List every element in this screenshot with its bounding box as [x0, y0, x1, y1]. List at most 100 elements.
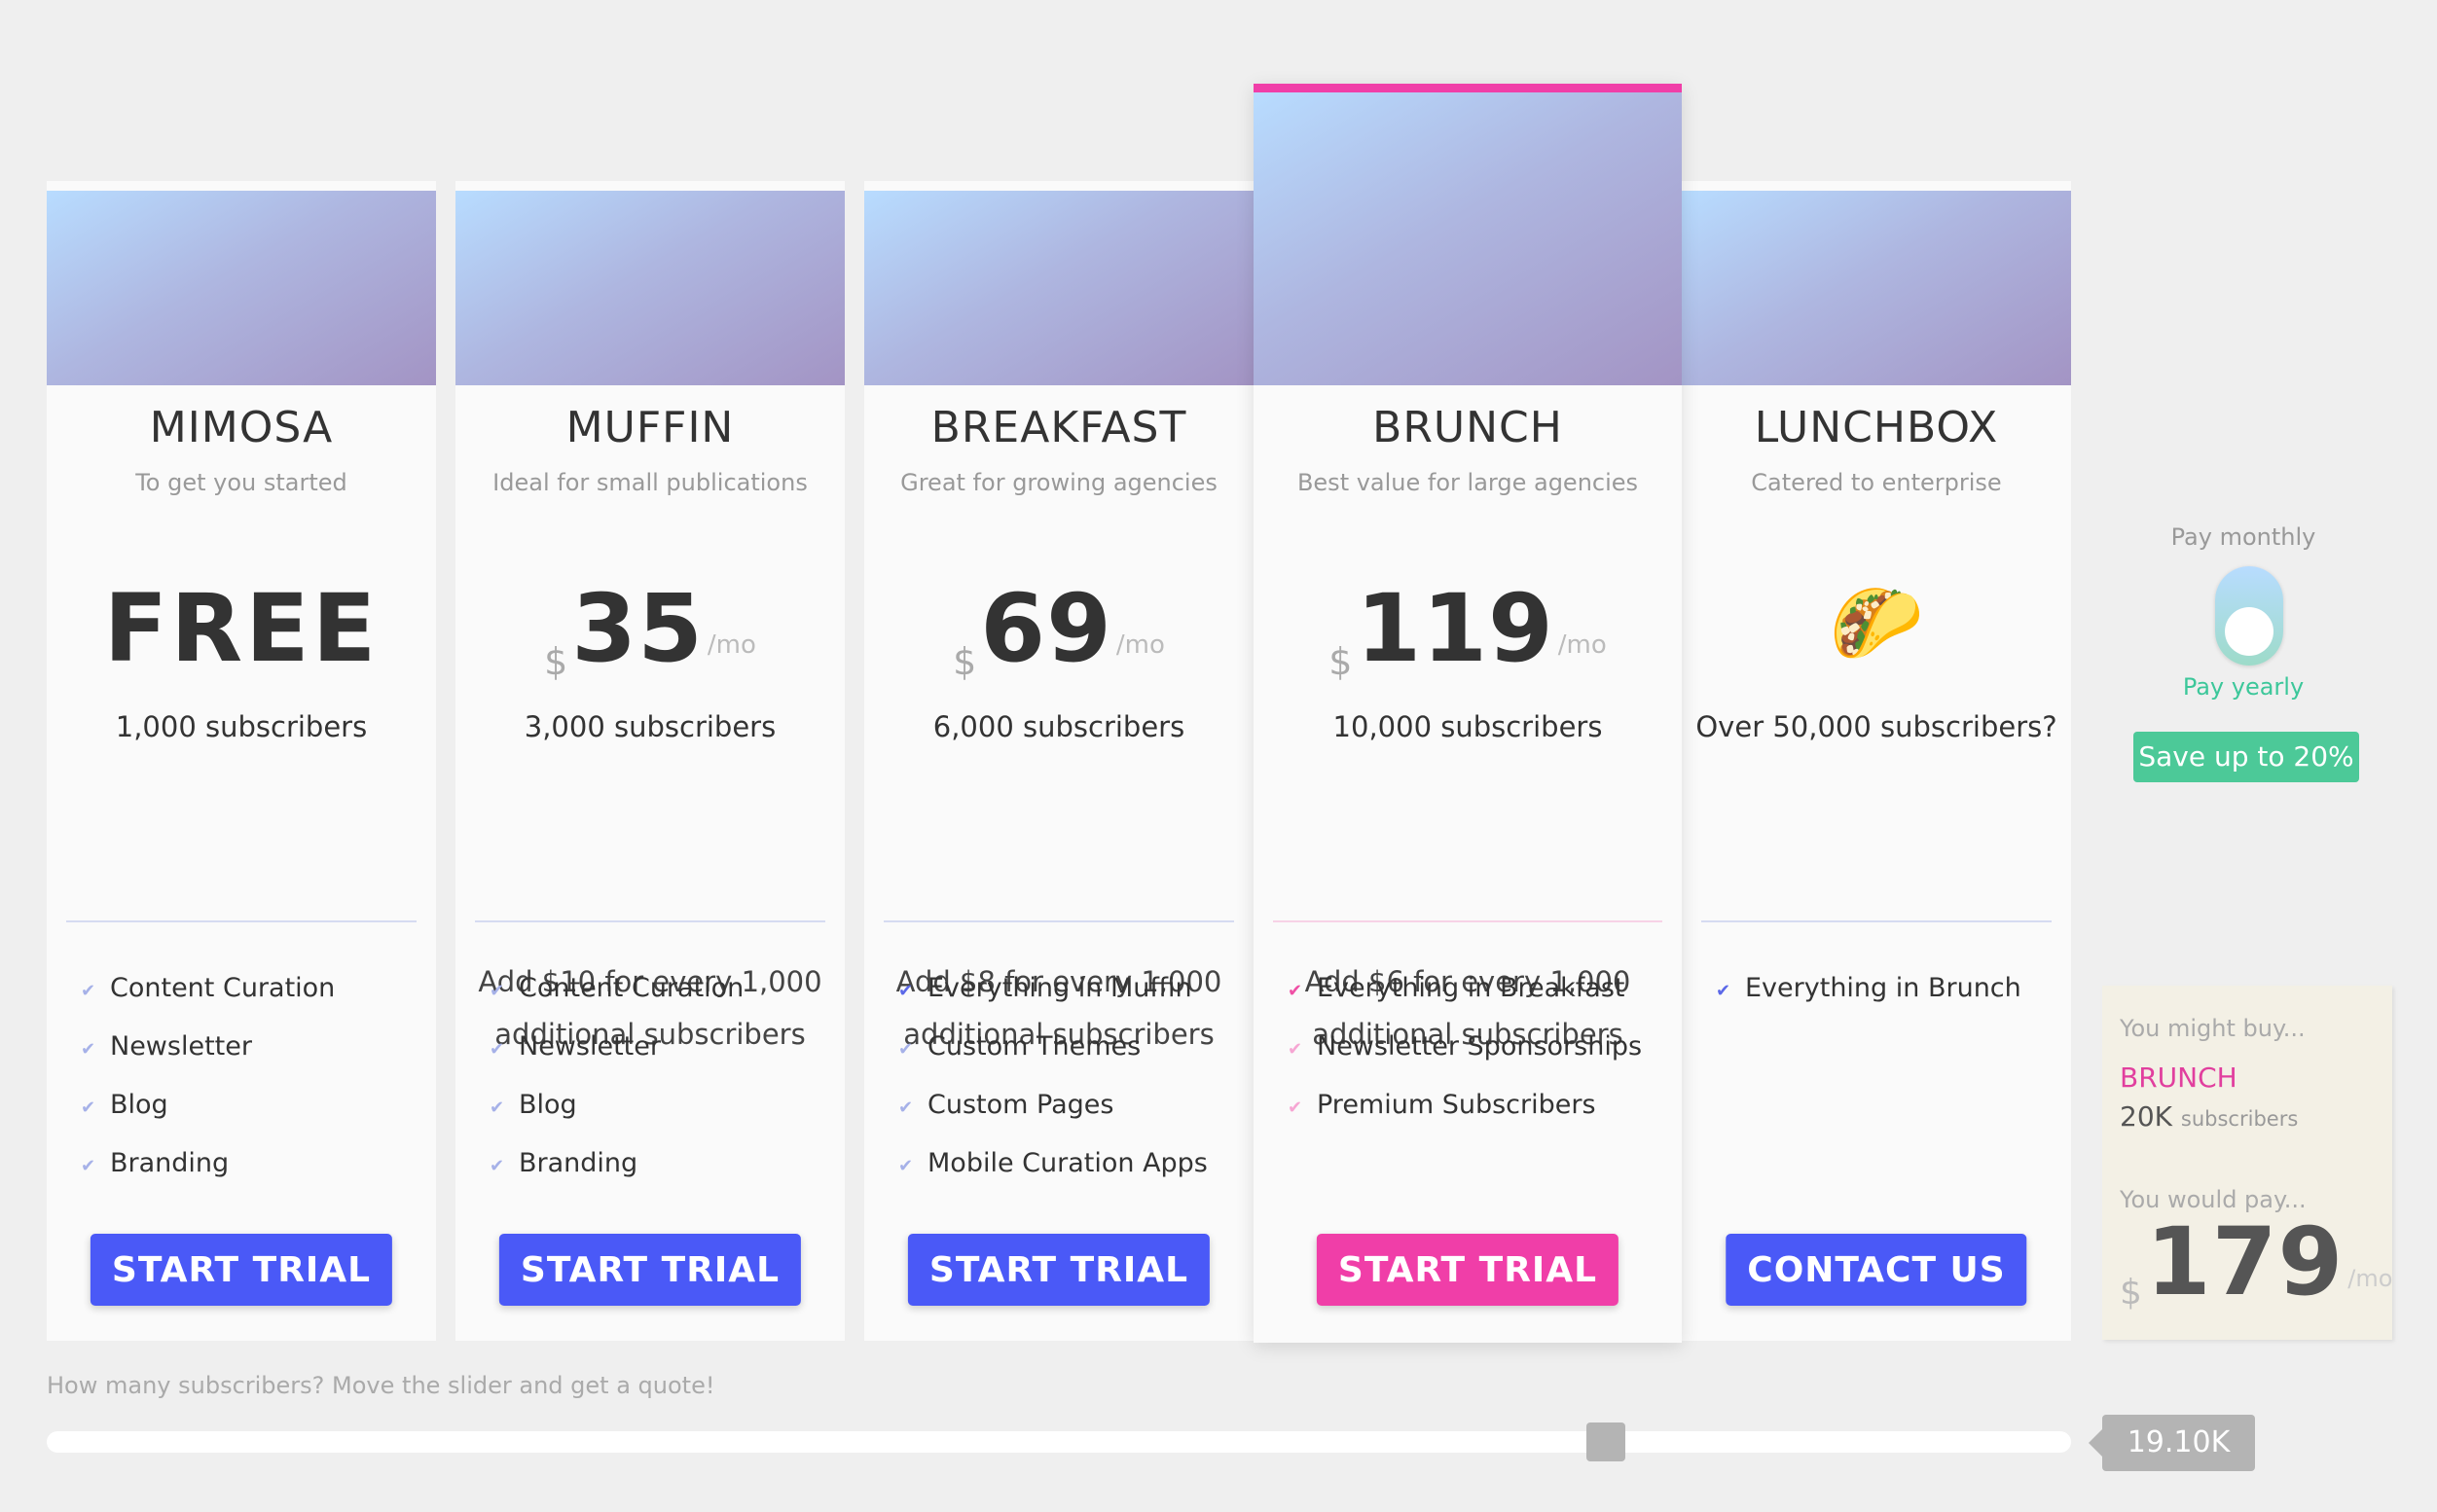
plan-price-amount: 69 — [980, 574, 1112, 683]
plan-features: ✔ Content Curation ✔ Newsletter ✔ Blog ✔ Bra… — [81, 959, 426, 1193]
plan-name: MUFFIN — [565, 403, 735, 452]
plan-subscribers: 1,000 subscribers — [115, 710, 368, 743]
slider-value-tooltip: 19.10K — [2089, 1415, 2255, 1471]
plan-subscribers: 10,000 subscribers — [1332, 710, 1603, 743]
plan-subscribers: 6,000 subscribers — [932, 710, 1185, 743]
might-buy-label: You might buy... — [2120, 1015, 2306, 1042]
plan-price-currency: $ — [1328, 640, 1353, 683]
billing-toggle-switch[interactable] — [2215, 566, 2283, 666]
check-icon: ✔ — [490, 981, 505, 1001]
plan-price-period: /mo — [707, 630, 756, 660]
check-icon: ✔ — [490, 1039, 505, 1060]
feature-item: ✔ Newsletter Sponsorships — [1288, 1018, 1672, 1076]
pay-yearly-label[interactable]: Pay yearly — [2112, 673, 2375, 701]
plan-divider — [1701, 920, 2052, 922]
pricing-plans: MIMOSA To get you started FREE 1,000 sub… — [0, 0, 2437, 1512]
feature-item: ✔ Content Curation — [490, 959, 835, 1018]
plan-hero-image — [1682, 191, 2071, 385]
plan-subscribers: 3,000 subscribers — [524, 710, 777, 743]
feature-item: ✔ Newsletter — [490, 1018, 835, 1076]
start-trial-button-brunch[interactable]: START TRIAL — [1316, 1234, 1619, 1306]
plan-name: MIMOSA — [149, 403, 334, 452]
check-icon: ✔ — [81, 1039, 96, 1060]
check-icon: ✔ — [898, 1098, 914, 1118]
plan-card-mimosa: MIMOSA To get you started FREE 1,000 sub… — [47, 181, 436, 1341]
feature-item: ✔ Blog — [81, 1076, 426, 1134]
quote-price-currency: $ — [2120, 1273, 2142, 1313]
plan-hero-image — [47, 191, 436, 385]
contact-us-button[interactable]: CONTACT US — [1726, 1234, 2027, 1306]
plan-price-period: /mo — [1557, 630, 1607, 660]
plan-price: $69/mo — [864, 574, 1254, 683]
feature-item: ✔ Mobile Curation Apps — [898, 1134, 1244, 1193]
check-icon: ✔ — [1288, 981, 1303, 1001]
quote-price: $179/mo — [2120, 1207, 2392, 1316]
check-icon: ✔ — [898, 1156, 914, 1176]
check-icon: ✔ — [490, 1098, 505, 1118]
feature-item: ✔ Custom Pages — [898, 1076, 1244, 1134]
plan-features: ✔ Everything in Brunch — [1716, 959, 2061, 1018]
plan-hero-image — [864, 191, 1254, 385]
check-icon: ✔ — [1288, 1039, 1303, 1060]
subscriber-slider-track[interactable] — [47, 1431, 2071, 1453]
plan-card-breakfast: BREAKFAST Great for growing agencies $69… — [864, 181, 1254, 1341]
feature-item: ✔ Branding — [81, 1134, 426, 1193]
plan-price: $119/mo — [1254, 574, 1682, 683]
plan-divider — [66, 920, 417, 922]
feature-item: ✔ Content Curation — [81, 959, 426, 1018]
plan-price-free: FREE — [103, 574, 380, 683]
plan-tagline: Catered to enterprise — [1751, 469, 2002, 496]
check-icon: ✔ — [1288, 1098, 1303, 1118]
check-icon: ✔ — [490, 1156, 505, 1176]
feature-item: ✔ Blog — [490, 1076, 835, 1134]
plan-features: ✔ Everything in Muffin ✔ Custom Themes ✔ Cu… — [898, 959, 1244, 1193]
plan-name: LUNCHBOX — [1754, 403, 1999, 452]
subscriber-slider-thumb[interactable] — [1585, 1422, 1625, 1461]
quote-box: You might buy... BRUNCH 20K subscribers … — [2102, 986, 2392, 1340]
plan-price: FREE — [47, 574, 436, 683]
feature-item: ✔ Custom Themes — [898, 1018, 1244, 1076]
plan-price-currency: $ — [544, 640, 568, 683]
quote-subscribers: 20K subscribers — [2120, 1100, 2299, 1133]
plan-tagline: Ideal for small publications — [492, 469, 808, 496]
plan-name: BRUNCH — [1372, 403, 1563, 452]
check-icon: ✔ — [81, 1098, 96, 1118]
plan-tagline: Great for growing agencies — [900, 469, 1218, 496]
plan-card-lunchbox: LUNCHBOX Catered to enterprise 🌮 Over 50… — [1682, 181, 2071, 1341]
feature-item: ✔ Everything in Breakfast — [1288, 959, 1672, 1018]
check-icon: ✔ — [898, 1039, 914, 1060]
plan-features: ✔ Everything in Breakfast ✔ Newsletter Spo… — [1288, 959, 1672, 1134]
plan-subscribers: Over 50,000 subscribers? — [1695, 710, 2057, 743]
plan-divider — [884, 920, 1234, 922]
plan-hero-image — [455, 191, 845, 385]
feature-item: ✔ Branding — [490, 1134, 835, 1193]
plan-price-amount: 35 — [571, 574, 704, 683]
plan-hero-image — [1254, 92, 1682, 385]
plan-divider — [1273, 920, 1662, 922]
plan-name: BREAKFAST — [930, 403, 1187, 452]
feature-item: ✔ Newsletter — [81, 1018, 426, 1076]
plan-price: 🌮 — [1682, 580, 2071, 668]
check-icon: ✔ — [1716, 981, 1731, 1001]
plan-tagline: To get you started — [135, 469, 347, 496]
quote-price-period: /mo — [2347, 1265, 2393, 1292]
feature-item: ✔ Everything in Brunch — [1716, 959, 2061, 1018]
plan-price-amount: 119 — [1356, 574, 1554, 683]
plan-price-period: /mo — [1115, 630, 1165, 660]
toggle-knob — [2225, 607, 2273, 656]
slider-label: How many subscribers? Move the slider an… — [47, 1372, 715, 1399]
plan-card-muffin: MUFFIN Ideal for small publications $35/… — [455, 181, 845, 1341]
plan-divider — [475, 920, 825, 922]
check-icon: ✔ — [81, 1156, 96, 1176]
plan-card-brunch: BRUNCH Best value for large agencies $11… — [1254, 84, 1682, 1343]
save-badge: Save up to 20% — [2133, 732, 2359, 782]
feature-item: ✔ Everything in Muffin — [898, 959, 1244, 1018]
start-trial-button-mimosa[interactable]: START TRIAL — [90, 1234, 393, 1306]
plan-price-currency: $ — [953, 640, 977, 683]
pay-monthly-label[interactable]: Pay monthly — [2112, 523, 2375, 551]
start-trial-button-muffin[interactable]: START TRIAL — [498, 1234, 802, 1306]
quote-plan: BRUNCH — [2120, 1062, 2237, 1094]
check-icon: ✔ — [81, 981, 96, 1001]
taco-icon: 🌮 — [1829, 580, 1924, 667]
start-trial-button-breakfast[interactable]: START TRIAL — [907, 1234, 1211, 1306]
